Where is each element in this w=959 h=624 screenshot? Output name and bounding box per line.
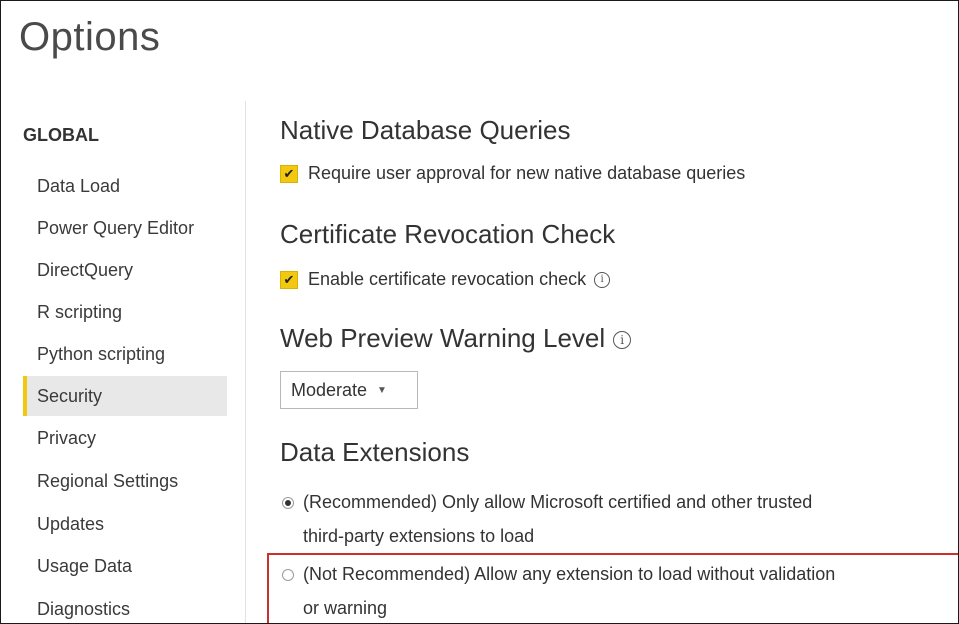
sidebar-item-regional-settings[interactable]: Regional Settings: [23, 461, 227, 501]
warning-level-value: Moderate: [291, 379, 368, 400]
option-recommended-line1: (Recommended) Only allow Microsoft certi…: [303, 492, 813, 512]
settings-content: Native Database Queries ✔ Require user a…: [280, 1, 958, 623]
option-recommended-line2: third-party extensions to load: [303, 526, 535, 546]
data-extensions-option-recommended[interactable]: (Recommended) Only allow Microsoft certi…: [282, 491, 812, 553]
warning-level-dropdown[interactable]: Moderate ▼: [280, 371, 418, 409]
sidebar-item-directquery[interactable]: DirectQuery: [23, 250, 227, 290]
native-db-checkbox-label: Require user approval for new native dat…: [308, 163, 746, 183]
sidebar-item-usage-data[interactable]: Usage Data: [23, 546, 227, 586]
data-extensions-heading: Data Extensions: [280, 437, 470, 467]
sidebar-section-global: GLOBAL: [23, 125, 99, 145]
sidebar-item-python-scripting[interactable]: Python scripting: [23, 334, 227, 374]
native-db-option[interactable]: ✔ Require user approval for new native d…: [280, 163, 745, 184]
info-icon[interactable]: i: [594, 271, 611, 288]
sidebar-divider: [245, 101, 246, 623]
cert-check-option[interactable]: ✔ Enable certificate revocation check i: [280, 269, 611, 290]
cert-check-heading: Certificate Revocation Check: [280, 219, 616, 249]
chevron-down-icon: ▼: [377, 384, 387, 396]
radio-not-recommended[interactable]: [282, 569, 294, 581]
radio-recommended[interactable]: [282, 497, 294, 509]
sidebar-item-privacy[interactable]: Privacy: [23, 418, 227, 458]
web-preview-heading-row: Web Preview Warning Level i: [280, 323, 632, 354]
option-not-recommended-line2: or warning: [303, 598, 388, 618]
option-not-recommended-line1: (Not Recommended) Allow any extension to…: [303, 564, 836, 584]
sidebar-item-r-scripting[interactable]: R scripting: [23, 292, 227, 332]
native-db-heading: Native Database Queries: [280, 115, 571, 145]
web-preview-heading: Web Preview Warning Level: [280, 323, 606, 353]
sidebar-item-power-query-editor[interactable]: Power Query Editor: [23, 208, 227, 248]
sidebar-item-updates[interactable]: Updates: [23, 504, 227, 544]
sidebar-item-data-load[interactable]: Data Load: [23, 166, 227, 206]
cert-check-checkbox[interactable]: ✔: [280, 270, 298, 289]
native-db-checkbox[interactable]: ✔: [280, 164, 298, 183]
sidebar-item-diagnostics[interactable]: Diagnostics: [23, 589, 227, 623]
data-extensions-option-not-recommended[interactable]: (Not Recommended) Allow any extension to…: [282, 563, 835, 623]
options-window: Options GLOBAL Data Load Power Query Edi…: [0, 0, 959, 624]
cert-check-checkbox-label: Enable certificate revocation check: [308, 269, 587, 289]
sidebar-item-security[interactable]: Security: [23, 376, 227, 416]
info-icon[interactable]: i: [613, 331, 632, 350]
page-title: Options: [19, 15, 161, 59]
